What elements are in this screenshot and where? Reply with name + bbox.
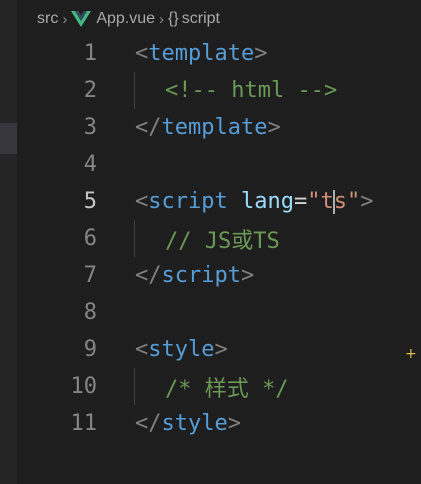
vue-file-icon: [71, 11, 92, 27]
code-line[interactable]: 2 <!-- html -->: [0, 72, 421, 109]
code-content: </style>: [135, 411, 241, 436]
tag-name: template: [161, 115, 268, 140]
line-number: 9: [83, 337, 97, 362]
line-number: 2: [83, 78, 97, 103]
code-content: </script>: [135, 263, 255, 288]
code-content: <script lang="ts">: [135, 189, 374, 214]
code-content: <template>: [135, 41, 268, 66]
attr-name: lang: [240, 189, 294, 214]
code-content: <!-- html -->: [165, 78, 337, 103]
code-line[interactable]: 1 <template>: [0, 35, 421, 72]
tag-name: template: [148, 41, 255, 66]
indent-guide: [134, 368, 135, 405]
line-number: 5: [83, 189, 97, 214]
line-number: 10: [70, 374, 98, 399]
breadcrumb: src › App.vue › {} script: [37, 6, 421, 32]
line-number: 3: [83, 115, 97, 140]
code-line[interactable]: 10 /* 样式 */: [0, 368, 421, 405]
code-line[interactable]: 6 // JS或TS: [0, 220, 421, 257]
code-line[interactable]: 9 <style>: [0, 331, 421, 368]
code-line[interactable]: 7 </script>: [0, 257, 421, 294]
code-line[interactable]: 3 </template>: [0, 109, 421, 146]
line-number: 1: [83, 41, 97, 66]
code-content: // JS或TS: [165, 223, 280, 255]
indent-guide: [134, 220, 135, 257]
breadcrumb-folder[interactable]: src: [37, 10, 58, 28]
code-content: /* 样式 */: [165, 371, 288, 403]
line-number: 11: [70, 411, 98, 436]
css-comment: /* 样式 */: [165, 376, 289, 402]
indent-guide: [134, 72, 135, 109]
code-content: </template>: [135, 115, 281, 140]
chevron-right-icon: ›: [159, 10, 165, 28]
braces-icon: {}: [168, 10, 179, 27]
code-line[interactable]: 8: [0, 294, 421, 331]
plus-icon: +: [405, 346, 417, 362]
line-number: 8: [83, 300, 97, 325]
tag-name: script: [148, 189, 228, 214]
tag-name: style: [161, 411, 228, 436]
html-comment: <!-- html -->: [165, 78, 338, 103]
tag-name: style: [148, 337, 215, 362]
breadcrumb-symbol[interactable]: script: [182, 10, 220, 28]
tag-name: script: [161, 263, 241, 288]
code-line-active[interactable]: 5 <script lang="ts">: [0, 183, 421, 220]
code-line[interactable]: 11 </style>: [0, 405, 421, 442]
breadcrumb-file[interactable]: App.vue: [96, 10, 155, 28]
line-number: 6: [83, 226, 97, 251]
js-comment: // JS或TS: [165, 228, 280, 254]
code-content: <style>: [135, 337, 228, 362]
chevron-right-icon: ›: [62, 10, 68, 28]
line-number: 7: [83, 263, 97, 288]
code-line[interactable]: 4: [0, 146, 421, 183]
line-number: 4: [83, 152, 97, 177]
